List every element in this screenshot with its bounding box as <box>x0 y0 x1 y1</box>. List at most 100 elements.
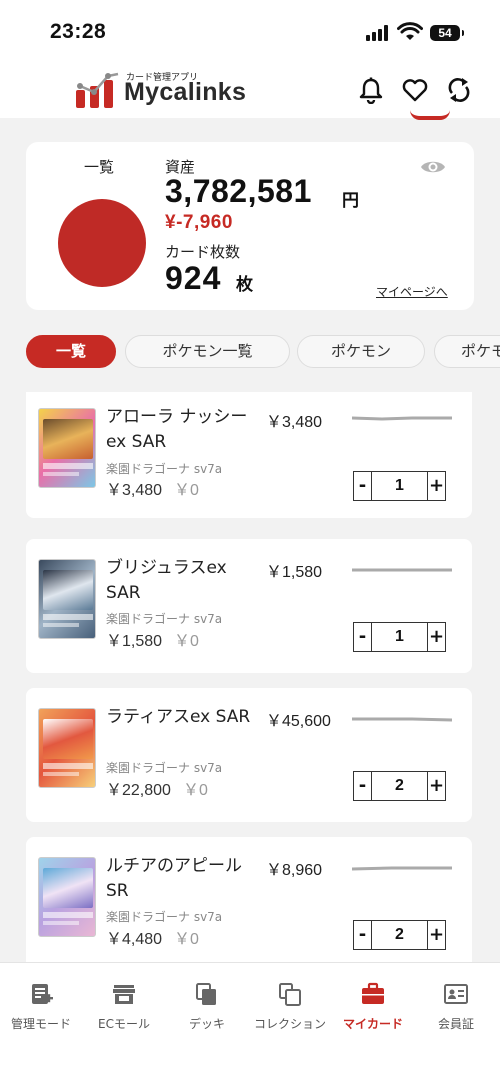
pull-indicator <box>410 110 450 120</box>
card-count-label: カード枚数 <box>165 243 241 261</box>
card-set: 楽園ドラゴーナ sv7a <box>106 462 223 476</box>
increment-button[interactable]: + <box>427 772 445 800</box>
card-count-value: 924 <box>165 260 222 296</box>
sync-icon[interactable] <box>445 76 473 104</box>
deck-icon <box>196 983 216 1005</box>
decrement-button[interactable]: - <box>354 921 372 949</box>
card-price: ￥1,580 <box>266 564 323 581</box>
assets-diff: ¥-7,960 <box>165 212 233 233</box>
collection-icon <box>279 983 301 1006</box>
card-count-unit: 枚 <box>236 275 253 295</box>
logo-name: Mycalinks <box>124 78 247 106</box>
tab-pokemon[interactable]: ポケモン <box>297 335 425 368</box>
card-diff: ￥0 <box>174 633 199 650</box>
store-icon <box>113 985 135 1004</box>
card-name: ラティアスex SAR <box>106 707 251 727</box>
manage-icon <box>32 984 53 1004</box>
card-total: ￥22,800 <box>106 782 171 799</box>
card-diff: ￥0 <box>174 931 199 948</box>
card-values: ￥1,580 ￥0 <box>106 627 199 651</box>
card-name: アローラ ナッシーex SAR <box>106 407 248 452</box>
card-total: ￥3,480 <box>106 482 163 499</box>
nav-collection[interactable]: コレクション <box>249 981 331 1032</box>
asset-pie-chart[interactable] <box>58 199 146 287</box>
card-thumbnail <box>38 857 96 937</box>
card-set: 楽園ドラゴーナ sv7a <box>106 910 223 924</box>
card-values: ￥22,800 ￥0 <box>106 776 208 800</box>
price-trend-line <box>352 717 452 722</box>
app-logo[interactable]: カード管理アプリ Mycalinks <box>74 66 264 114</box>
quantity-value[interactable]: 2 <box>373 921 426 949</box>
increment-button[interactable]: + <box>427 623 445 651</box>
nav-member-card[interactable]: 会員証 <box>415 981 497 1032</box>
price-trend-line <box>352 568 452 572</box>
quantity-stepper: - 2 + <box>353 771 446 801</box>
nav-label: ECモール <box>98 1017 150 1031</box>
card-price: ￥8,960 <box>266 862 323 879</box>
logo-mark-icon <box>76 72 119 108</box>
quantity-stepper: - 1 + <box>353 471 446 501</box>
quantity-stepper: - 2 + <box>353 920 446 950</box>
price-trend-line <box>352 416 452 421</box>
tab-all[interactable]: 一覧 <box>26 335 116 368</box>
status-bar: 23:28 54 <box>0 0 500 62</box>
decrement-button[interactable]: - <box>354 623 372 651</box>
category-tabs: 一覧 ポケモン一覧 ポケモン ポケモ <box>0 335 500 369</box>
card-name: ブリジュラスex SAR <box>106 558 227 603</box>
nav-ec-mall[interactable]: ECモール <box>83 981 165 1032</box>
card-thumbnail <box>38 559 96 639</box>
list-item[interactable]: ラティアスex SAR ￥45,600 楽園ドラゴーナ sv7a ￥22,800… <box>26 688 472 822</box>
nav-label: マイカード <box>342 1017 403 1031</box>
increment-button[interactable]: + <box>427 921 445 949</box>
increment-button[interactable]: + <box>427 472 445 500</box>
card-values: ￥3,480 ￥0 <box>106 476 199 500</box>
quantity-value[interactable]: 2 <box>373 772 426 800</box>
member-card-icon <box>444 984 468 1004</box>
list-item[interactable]: ブリジュラスex SAR ￥1,580 楽園ドラゴーナ sv7a ￥1,580 ￥… <box>26 539 472 673</box>
nav-manage-mode[interactable]: 管理モード <box>0 981 82 1032</box>
nav-label: 管理モード <box>10 1017 71 1031</box>
asset-summary-card: 一覧 資産 3,782,581 円 ¥-7,960 カード枚数 924 枚 マイ… <box>26 142 474 310</box>
card-values: ￥4,480 ￥0 <box>106 925 199 949</box>
eye-icon[interactable] <box>419 158 447 176</box>
nav-label: 会員証 <box>437 1017 474 1031</box>
card-price: ￥3,480 <box>266 414 323 431</box>
nav-label: コレクション <box>253 1017 326 1031</box>
heart-icon[interactable] <box>401 76 429 104</box>
chart-label: 一覧 <box>84 158 115 176</box>
wifi-icon <box>397 22 423 40</box>
price-trend-line <box>352 866 452 871</box>
assets-unit: 円 <box>342 191 359 211</box>
card-list: アローラ ナッシーex SAR ￥3,480 楽園ドラゴーナ sv7a ￥3,4… <box>0 392 500 962</box>
quantity-value[interactable]: 1 <box>373 623 426 651</box>
nav-my-card[interactable]: マイカード <box>332 981 414 1032</box>
list-item[interactable]: ルチアのアピール SR ￥8,960 楽園ドラゴーナ sv7a ￥4,480 ￥0… <box>26 837 472 962</box>
quantity-stepper: - 1 + <box>353 622 446 652</box>
card-set: 楽園ドラゴーナ sv7a <box>106 761 223 775</box>
tab-pokemon-list[interactable]: ポケモン一覧 <box>125 335 290 368</box>
card-total: ￥1,580 <box>106 633 163 650</box>
quantity-value[interactable]: 1 <box>373 472 426 500</box>
list-item[interactable]: アローラ ナッシーex SAR ￥3,480 楽園ドラゴーナ sv7a ￥3,4… <box>26 392 472 518</box>
card-name: ルチアのアピール SR <box>106 856 242 901</box>
tab-pokemon-more[interactable]: ポケモ <box>434 335 500 368</box>
decrement-button[interactable]: - <box>354 772 372 800</box>
card-diff: ￥0 <box>182 782 208 799</box>
card-total: ￥4,480 <box>106 931 163 948</box>
card-diff: ￥0 <box>174 482 199 499</box>
card-thumbnail <box>38 708 96 788</box>
card-price: ￥45,600 <box>266 713 331 730</box>
nav-label: デッキ <box>188 1017 225 1031</box>
assets-value: 3,782,581 <box>165 173 312 209</box>
decrement-button[interactable]: - <box>354 472 372 500</box>
nav-deck[interactable]: デッキ <box>166 981 248 1032</box>
bottom-navigation: 管理モード ECモール デッキ コレクション マイカード 会員証 <box>0 962 500 1080</box>
status-time: 23:28 <box>50 20 107 43</box>
mypage-link[interactable]: マイページへ <box>376 283 448 300</box>
briefcase-icon <box>362 982 384 1004</box>
bell-icon[interactable] <box>357 76 385 104</box>
battery-icon: 54 <box>430 25 464 41</box>
card-set: 楽園ドラゴーナ sv7a <box>106 612 223 626</box>
card-thumbnail <box>38 408 96 488</box>
cellular-signal-icon <box>366 25 390 41</box>
